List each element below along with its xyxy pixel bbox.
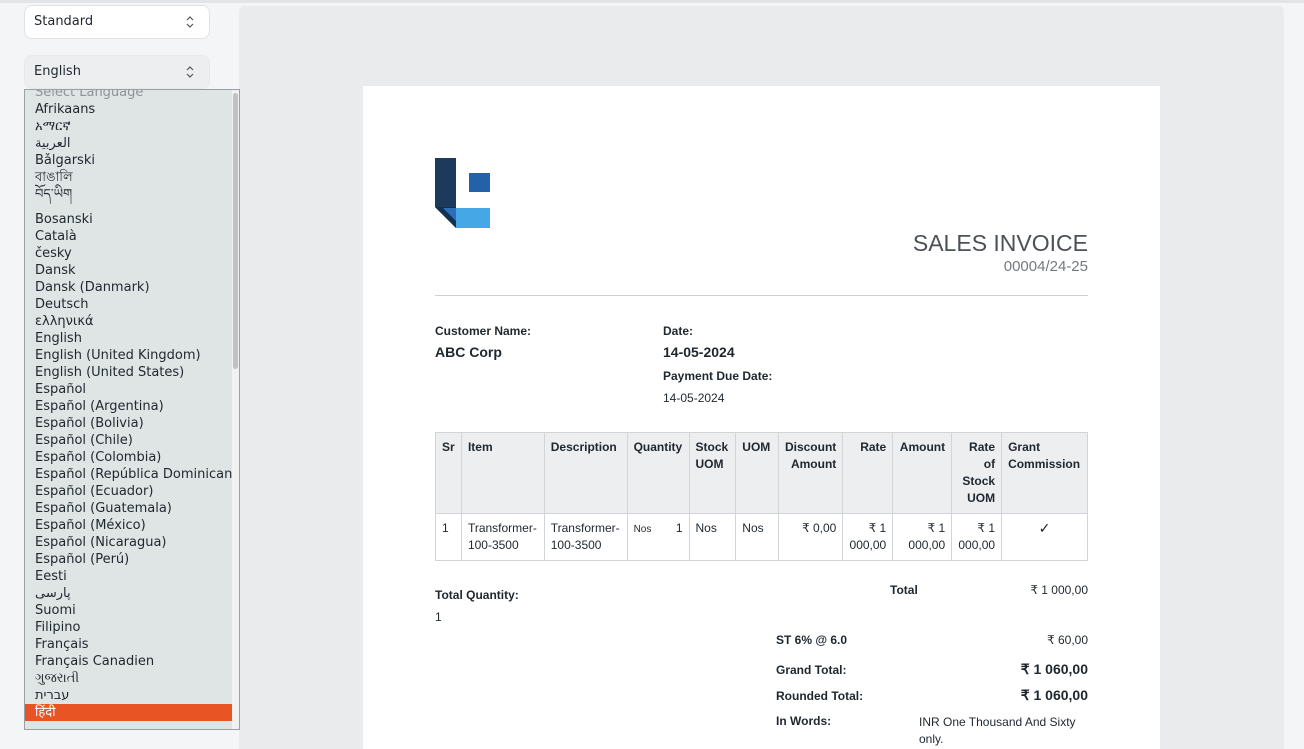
total-value: ₹ 1 000,00: [1030, 583, 1088, 597]
language-option[interactable]: Español (Colombia): [25, 449, 235, 466]
cell-sr: 1: [435, 513, 462, 561]
language-option[interactable]: བོད་ཡིག: [25, 186, 235, 211]
language-option[interactable]: česky: [25, 245, 235, 262]
col-header: Description: [543, 432, 628, 514]
language-option[interactable]: Español: [25, 381, 235, 398]
language-option[interactable]: Deutsch: [25, 296, 235, 313]
language-option[interactable]: العربية: [25, 135, 235, 152]
language-option[interactable]: বাঙালি: [25, 169, 235, 186]
date-value: 14-05-2024: [663, 344, 735, 360]
cell-amount: ₹ 1 000,00: [892, 513, 953, 561]
col-header: Quantity: [626, 432, 690, 514]
rounded-total-value: ₹ 1 060,00: [1020, 687, 1088, 703]
language-option[interactable]: ελληνικά: [25, 313, 235, 330]
print-format-value: Standard: [34, 14, 94, 29]
language-option[interactable]: Español (Argentina): [25, 398, 235, 415]
grand-total-value: ₹ 1 060,00: [1020, 661, 1088, 677]
language-option[interactable]: Dansk (Danmark): [25, 279, 235, 296]
check-icon: ✓: [1001, 513, 1088, 561]
language-option[interactable]: English (United States): [25, 364, 235, 381]
in-words-value: INR One Thousand And Sixty only.: [919, 715, 1076, 746]
chevron-up-down-icon: [186, 16, 194, 28]
language-option[interactable]: Suomi: [25, 602, 235, 619]
language-option[interactable]: English: [25, 330, 235, 347]
language-option[interactable]: हिंदी: [25, 704, 235, 721]
col-header: Item: [460, 432, 545, 514]
language-options: Select Language Afrikaans አማርኛ العربية Bǎlg…: [25, 89, 239, 721]
cell-discount: ₹ 0,00: [777, 513, 844, 561]
language-option[interactable]: Dansk: [25, 262, 235, 279]
language-option[interactable]: Español (Guatemala): [25, 500, 235, 517]
language-select[interactable]: English: [24, 55, 210, 89]
col-header: Rate: [842, 432, 894, 514]
language-option[interactable]: አማርኛ: [25, 118, 235, 135]
grand-total-label: Grand Total:: [776, 663, 847, 677]
table-header-row: Sr Item Description Quantity Stock UOM U…: [435, 432, 1088, 514]
language-option[interactable]: Español (Chile): [25, 432, 235, 449]
scrollbar-thumb[interactable]: [233, 93, 238, 369]
language-value: English: [34, 64, 81, 79]
language-placeholder: Select Language: [35, 89, 144, 100]
chevron-up-down-icon: [186, 66, 194, 78]
col-header: UOM: [735, 432, 779, 514]
col-header: Rate of Stock UOM: [951, 432, 1003, 514]
rounded-total-label: Rounded Total:: [776, 689, 864, 703]
language-option[interactable]: Eesti: [25, 568, 235, 585]
language-option[interactable]: Bǎlgarski: [25, 152, 235, 169]
total-quantity-label: Total Quantity:: [435, 588, 519, 602]
language-option[interactable]: Afrikaans: [25, 101, 235, 118]
customer-label: Customer Name:: [435, 324, 532, 338]
cell-rate: ₹ 1 000,00: [842, 513, 894, 561]
language-option[interactable]: ગુજરાતી: [25, 670, 235, 687]
language-option[interactable]: Español (Ecuador): [25, 483, 235, 500]
language-option[interactable]: Català: [25, 228, 235, 245]
language-option[interactable]: Français: [25, 636, 235, 653]
header-divider: [435, 295, 1088, 296]
print-format-select[interactable]: Standard: [24, 5, 210, 39]
qty-value: 1: [675, 521, 683, 535]
tax-label: ST 6% @ 6.0: [776, 633, 848, 647]
language-option[interactable]: Español (Nicaragua): [25, 534, 235, 551]
cell-quantity: Nos 1: [626, 513, 690, 561]
cell-item: Transformer-100-3500: [460, 513, 545, 561]
language-option[interactable]: Bosanski: [25, 211, 235, 228]
due-date-value: 14-05-2024: [663, 391, 725, 405]
col-header: Discount Amount: [777, 432, 844, 514]
total-quantity-value: 1: [435, 610, 442, 624]
language-option[interactable]: English (United Kingdom): [25, 347, 235, 364]
qty-unit: Nos: [633, 524, 652, 535]
language-option[interactable]: Español (México): [25, 517, 235, 534]
top-border: [0, 0, 1304, 3]
col-header: Stock UOM: [688, 432, 737, 514]
total-label: Total: [890, 583, 918, 597]
company-logo: [435, 158, 490, 228]
col-header: Sr: [435, 432, 462, 514]
due-date-label: Payment Due Date:: [663, 369, 773, 383]
cell-description: Transformer-100-3500: [543, 513, 628, 561]
language-option[interactable]: Français Canadien: [25, 653, 235, 670]
date-label: Date:: [663, 324, 694, 338]
language-dropdown-list[interactable]: Select Language Afrikaans አማርኛ العربية Bǎlg…: [24, 89, 240, 730]
table-row: 1 Transformer-100-3500 Transformer-100-3…: [435, 513, 1088, 561]
language-option[interactable]: Filipino: [25, 619, 235, 636]
items-table: Sr Item Description Quantity Stock UOM U…: [435, 432, 1088, 561]
cell-uom: Nos: [735, 513, 779, 561]
language-option[interactable]: پارسی: [25, 585, 235, 602]
col-header: Amount: [892, 432, 953, 514]
tax-value: ₹ 60,00: [1047, 633, 1088, 647]
customer-value: ABC Corp: [435, 344, 502, 360]
cell-stock-uom: Nos: [688, 513, 737, 561]
language-option[interactable]: Español (República Dominicana): [25, 466, 239, 483]
dropdown-scrollbar[interactable]: [232, 90, 239, 729]
cell-rate-stock-uom: ₹ 1 000,00: [951, 513, 1003, 561]
in-words-label: In Words:: [776, 714, 832, 728]
invoice-title: SALES INVOICE: [912, 230, 1088, 256]
invoice-number: 00004/24-25: [1003, 258, 1088, 275]
language-option[interactable]: Español (Perú): [25, 551, 235, 568]
col-header: Grant Commission: [1001, 432, 1088, 514]
language-option[interactable]: Español (Bolivia): [25, 415, 235, 432]
language-option[interactable]: עברית: [25, 687, 235, 704]
